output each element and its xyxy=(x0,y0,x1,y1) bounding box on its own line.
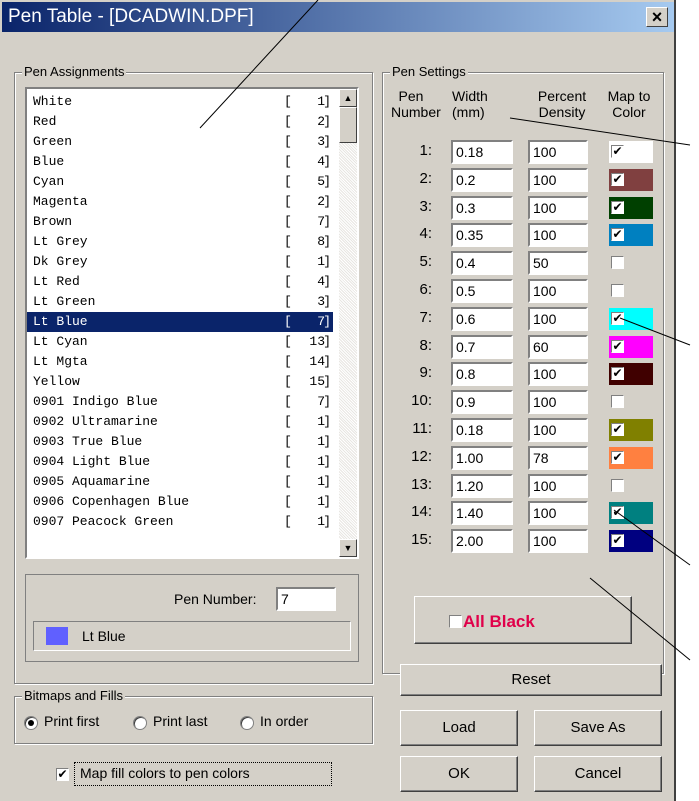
callout-line-1 xyxy=(199,0,319,129)
callout-line-3 xyxy=(619,317,691,346)
callout-lines xyxy=(199,0,691,661)
callout-line-4 xyxy=(613,509,691,566)
callout-line-2 xyxy=(509,117,691,146)
callout-line-5 xyxy=(589,577,691,661)
